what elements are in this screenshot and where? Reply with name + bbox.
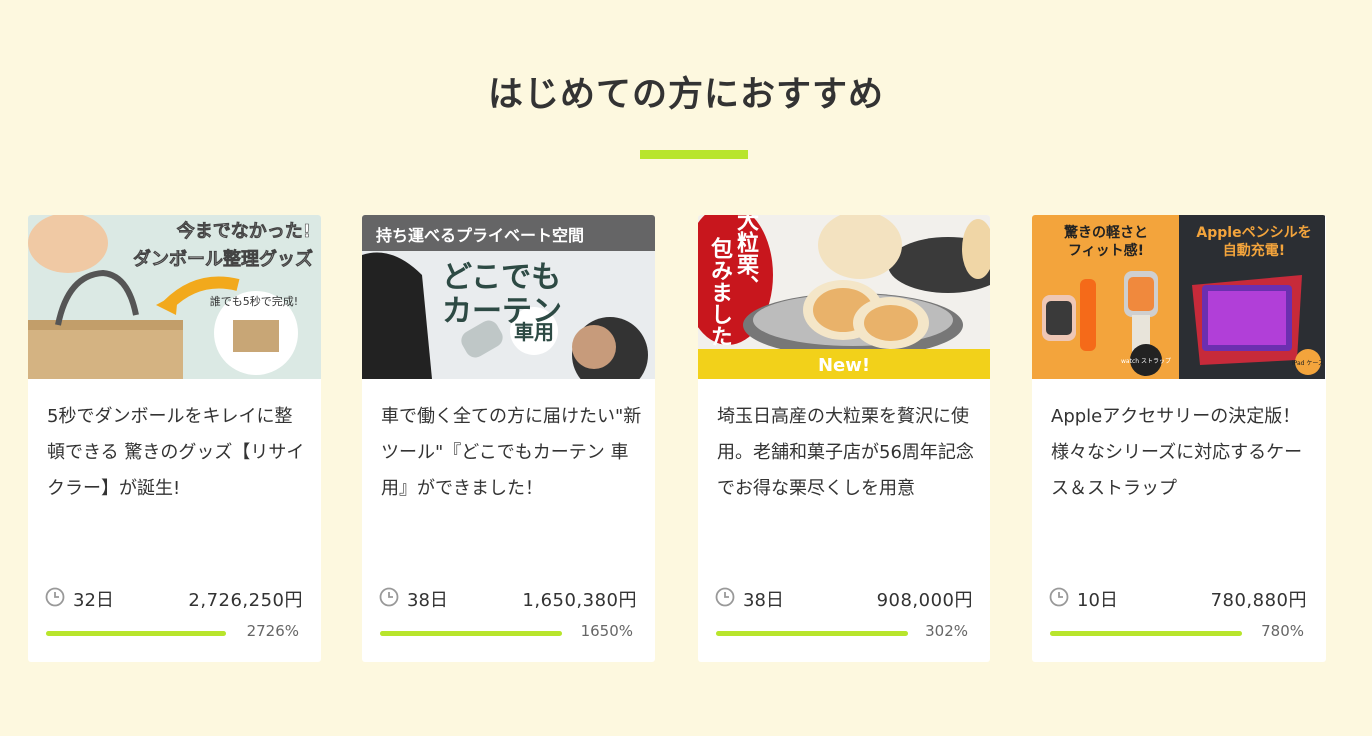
project-title[interactable]: 埼玉日高産の大粒栗を贅沢に使用。老舗和菓子店が56周年記念でお得な栗尽くしを用意 [717, 399, 979, 507]
progress-fill [1050, 631, 1242, 636]
banner-line: どこでも [442, 260, 561, 295]
days-remaining: 32日 [73, 590, 114, 611]
project-meta: 38日 1,650,380円 [379, 585, 637, 611]
funded-percent: 780% [1261, 622, 1304, 640]
project-title[interactable]: 車で働く全ての方に届けたい"新ツール"『どこでもカーテン 車用』ができました！ [381, 399, 643, 507]
project-card[interactable]: New! 大粒栗、 包みました 埼玉日高産の大粒栗を贅沢に使用。老舗和菓子店が5… [698, 215, 990, 662]
banner-line: ダンボール整理グッズ [133, 248, 313, 270]
clock-icon [45, 587, 65, 607]
funded-amount: 1,650,380円 [522, 590, 637, 611]
clock-icon [379, 587, 399, 607]
project-meta: 32日 2,726,250円 [45, 585, 303, 611]
funded-percent: 302% [925, 622, 968, 640]
new-badge: New! [818, 355, 870, 376]
project-card[interactable]: 誰でも5秒で完成! 今までなかった! ダンボール整理グッズ 5秒でダンボールをキ… [28, 215, 321, 662]
project-thumbnail[interactable]: New! 大粒栗、 包みました [698, 215, 990, 379]
progress-bar [1050, 631, 1242, 636]
badge-text: iPad ケース [1292, 360, 1324, 367]
banner-line: 驚きの軽さと [1063, 224, 1148, 241]
title-underline [640, 150, 748, 159]
funded-percent: 2726% [246, 622, 299, 640]
project-meta: 38日 908,000円 [715, 585, 973, 611]
clock-icon [1049, 587, 1069, 607]
progress-bar [380, 631, 562, 636]
progress-fill [380, 631, 562, 636]
banner-line: 自動充電! [1223, 242, 1285, 259]
days-remaining: 38日 [743, 590, 784, 611]
clock-icon [715, 587, 735, 607]
project-thumbnail[interactable]: 誰でも5秒で完成! 今までなかった! ダンボール整理グッズ [28, 215, 321, 379]
badge-text: 誰でも5秒で完成! [210, 294, 298, 308]
progress-bar [716, 631, 908, 636]
project-thumbnail[interactable]: 持ち運べるプライベート空間 どこでも カーテン 車用 [362, 215, 655, 379]
funded-amount: 908,000円 [876, 590, 973, 611]
progress-fill [46, 631, 226, 636]
banner-line: Appleペンシルを [1196, 225, 1311, 241]
days-remaining: 10日 [1077, 590, 1118, 611]
project-title[interactable]: Appleアクセサリーの決定版！様々なシリーズに対応するケース＆ストラップ [1051, 399, 1313, 507]
funded-percent: 1650% [580, 622, 633, 640]
progress-fill [716, 631, 908, 636]
days-remaining: 38日 [407, 590, 448, 611]
funded-amount: 780,880円 [1210, 590, 1307, 611]
section-title: はじめての方におすすめ [487, 75, 884, 115]
badge-text: watch ストラップ [1121, 358, 1171, 365]
project-card[interactable]: 驚きの軽さと フィット感! Appleペンシルを 自動充電! watch ストラ… [1032, 215, 1326, 662]
banner-line: 包みました [707, 236, 733, 347]
progress-bar [46, 631, 226, 636]
project-title[interactable]: 5秒でダンボールをキレイに整頓できる 驚きのグッズ【リサイクラー】が誕生! [47, 399, 309, 507]
project-thumbnail[interactable]: 驚きの軽さと フィット感! Appleペンシルを 自動充電! watch ストラ… [1032, 215, 1325, 379]
project-card[interactable]: 持ち運べるプライベート空間 どこでも カーテン 車用 車で働く全ての方に届けたい… [362, 215, 655, 662]
banner-line: フィット感! [1068, 242, 1144, 259]
badge-text: 車用 [514, 320, 554, 344]
project-meta: 10日 780,880円 [1049, 585, 1307, 611]
funded-amount: 2,726,250円 [188, 590, 303, 611]
banner-line: 持ち運べるプライベート空間 [376, 226, 584, 245]
banner-line: 今までなかった! [177, 220, 311, 242]
banner-line: 大粒栗、 [733, 215, 759, 297]
